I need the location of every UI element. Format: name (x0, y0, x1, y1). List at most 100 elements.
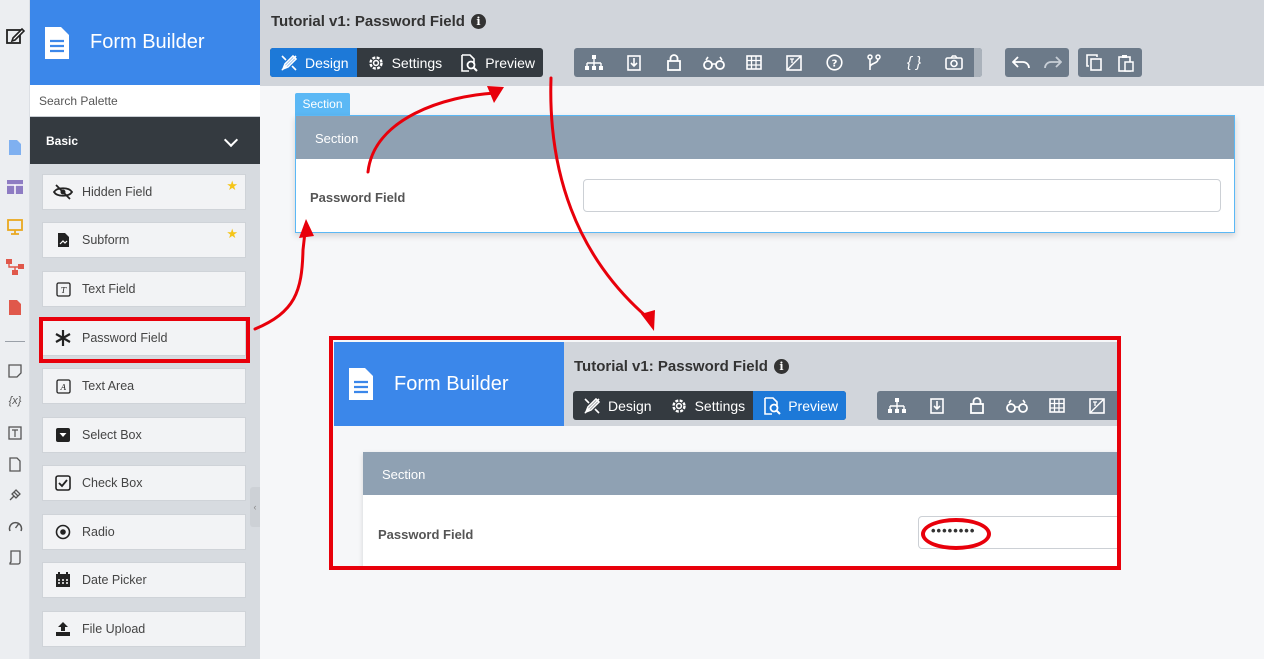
star-icon: ★ (226, 178, 238, 193)
palette-item-hidden-field[interactable]: Hidden Field ★ (42, 174, 246, 210)
info-icon[interactable]: i (470, 14, 486, 29)
camera-icon[interactable] (934, 48, 974, 77)
mode-preview-button[interactable]: Preview (450, 48, 543, 77)
arrowhead (641, 310, 655, 331)
mode-label: Settings (694, 397, 746, 414)
preview-section: Section Password Field •••••••• (363, 452, 1117, 566)
search-palette-input[interactable]: Search Palette (30, 85, 260, 117)
section-header: Section (296, 116, 1234, 159)
item-label: Text Area (82, 379, 135, 393)
svg-text:A: A (59, 383, 66, 392)
undo-icon[interactable] (1005, 48, 1037, 77)
help-icon[interactable]: ? (814, 48, 854, 77)
translate-icon[interactable] (1077, 391, 1117, 420)
calendar-icon (53, 570, 73, 590)
preview-app-header: Form Builder (334, 342, 564, 426)
info-icon[interactable]: i (773, 359, 789, 374)
password-field-label: Password Field (378, 527, 474, 542)
item-label: Hidden Field (82, 185, 153, 199)
category-label: Basic (46, 134, 79, 148)
section-container[interactable]: Section Password Field (295, 115, 1235, 233)
table-icon[interactable] (734, 48, 774, 77)
variables-icon[interactable]: {x} (5, 391, 25, 411)
braces-icon[interactable]: { } (894, 48, 934, 77)
pdf-icon[interactable] (5, 297, 25, 317)
app-title: Form Builder (394, 372, 509, 395)
section-tab[interactable]: Section (295, 93, 350, 115)
item-label: Radio (82, 525, 115, 539)
note-icon[interactable] (5, 361, 25, 381)
form-icon[interactable] (5, 137, 25, 157)
svg-text:T: T (60, 286, 66, 295)
dashboard-icon[interactable] (5, 516, 25, 536)
script-icon[interactable] (5, 547, 25, 567)
clipboard-group (1078, 48, 1142, 77)
grid-icon[interactable] (5, 177, 25, 197)
arrowhead (487, 86, 504, 103)
design-icon (584, 397, 601, 414)
paste-icon[interactable] (1110, 48, 1142, 77)
palette-item-text-field[interactable]: T Text Field (42, 271, 246, 307)
import-icon[interactable] (917, 391, 957, 420)
password-field-input[interactable] (583, 179, 1221, 212)
palette-item-select-box[interactable]: Select Box (42, 417, 246, 453)
mode-settings-button[interactable]: Settings (660, 391, 754, 420)
image-icon[interactable] (5, 454, 25, 474)
mode-design-button[interactable]: Design (270, 48, 357, 77)
lock-icon[interactable] (957, 391, 997, 420)
hierarchy-icon[interactable] (574, 48, 614, 77)
mode-design-button[interactable]: Design (573, 391, 660, 420)
import-icon[interactable] (614, 48, 654, 77)
branch-icon[interactable] (854, 48, 894, 77)
left-rail: {x} (0, 0, 30, 659)
mode-settings-button[interactable]: Settings (357, 48, 451, 77)
edit-icon[interactable] (5, 26, 25, 46)
workflow-icon[interactable] (5, 257, 25, 277)
translate-icon[interactable] (774, 48, 814, 77)
palette-item-check-box[interactable]: Check Box (42, 465, 246, 501)
palette-item-text-area[interactable]: A Text Area (42, 368, 246, 404)
item-label: Text Field (82, 282, 136, 296)
item-label: Date Picker (82, 573, 147, 587)
eye-slash-icon (53, 182, 73, 202)
redo-icon[interactable] (1037, 48, 1069, 77)
text-area-icon: A (53, 376, 73, 396)
form-title-text: Tutorial v1: Password Field (574, 358, 768, 375)
plug-icon[interactable] (5, 485, 25, 505)
lock-icon[interactable] (654, 48, 694, 77)
history-group (1005, 48, 1069, 77)
check-box-icon (53, 473, 73, 493)
translate-icon[interactable] (5, 423, 25, 443)
hierarchy-icon[interactable] (877, 391, 917, 420)
preview-top-toolbar: Tutorial v1: Password Field i Design Set… (564, 342, 1117, 426)
mode-label: Settings (391, 54, 443, 71)
category-basic[interactable]: Basic (30, 117, 260, 164)
mode-label: Preview (485, 54, 535, 71)
gear-icon (368, 55, 383, 70)
collapse-palette-handle[interactable]: ‹ (250, 487, 260, 527)
preview-icon (461, 53, 478, 72)
palette-item-date-picker[interactable]: Date Picker (42, 562, 246, 598)
palette-item-radio[interactable]: Radio (42, 514, 246, 550)
item-label: File Upload (82, 622, 146, 636)
toolbar-overflow-arrow[interactable] (974, 48, 982, 77)
binoculars-icon[interactable] (694, 48, 734, 77)
top-toolbar: Tutorial v1: Password Field i Design Set… (260, 0, 1264, 86)
palette-item-subform[interactable]: Subform ★ (42, 222, 246, 258)
monitor-icon[interactable] (5, 217, 25, 237)
form-title-text: Tutorial v1: Password Field (271, 13, 465, 30)
copy-icon[interactable] (1078, 48, 1110, 77)
tool-bar: ? { } (574, 48, 982, 77)
rail-divider (5, 341, 25, 342)
mode-preview-button[interactable]: Preview (753, 391, 846, 420)
binoculars-icon[interactable] (997, 391, 1037, 420)
highlight-ellipse (921, 518, 991, 550)
table-icon[interactable] (1037, 391, 1077, 420)
mode-label: Design (305, 54, 349, 71)
app-header: Form Builder (30, 0, 260, 85)
gear-icon (671, 398, 686, 413)
svg-text:?: ? (831, 59, 837, 70)
subform-icon (53, 230, 73, 250)
design-icon (281, 54, 298, 71)
palette-item-file-upload[interactable]: File Upload (42, 611, 246, 647)
